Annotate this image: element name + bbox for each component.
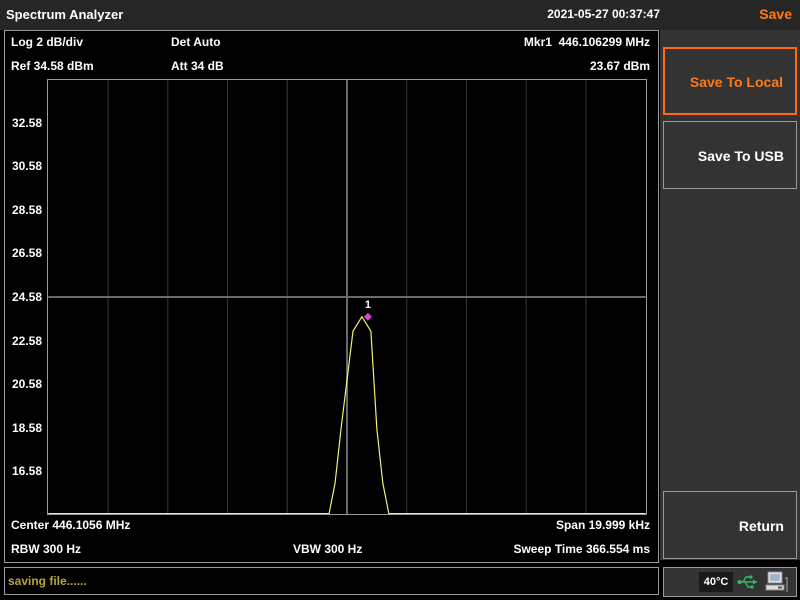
span: Span 19.999 kHz	[555, 518, 650, 532]
sweep-time: Sweep Time 366.554 ms	[513, 542, 650, 556]
return-button[interactable]: Return	[663, 491, 797, 559]
y-tick-label: 18.58	[12, 420, 43, 435]
y-tick-label: 32.58	[12, 115, 43, 130]
ref-level: Ref 34.58 dBm	[11, 59, 94, 73]
y-tick-label: 20.58	[12, 377, 43, 392]
save-to-local-label: Save To Local	[689, 74, 783, 90]
marker-frequency: Mkr1 446.106299 MHz	[523, 35, 650, 49]
center-frequency: Center 446.1056 MHz	[11, 518, 131, 532]
menu-title: Save	[759, 6, 792, 22]
y-tick-label: 30.58	[12, 159, 43, 174]
save-to-usb-label: Save To USB	[697, 148, 784, 164]
plot-grid	[48, 80, 646, 514]
status-message: saving file......	[8, 574, 87, 588]
y-tick-label: 26.58	[12, 246, 43, 261]
detector-label: Det Auto	[171, 35, 221, 49]
status-bar	[4, 567, 659, 595]
app-title: Spectrum Analyzer	[6, 7, 124, 22]
marker-1-label: 1	[365, 299, 371, 311]
spectrum-plot[interactable]: 1	[47, 79, 647, 515]
network-computer-icon	[765, 571, 788, 592]
attenuation: Att 34 dB	[171, 59, 224, 73]
usb-icon	[737, 575, 757, 589]
scale-label: Log 2 dB/div	[11, 35, 83, 49]
save-to-local-button[interactable]: Save To Local	[663, 47, 797, 115]
save-to-usb-button[interactable]: Save To USB	[663, 121, 797, 189]
temperature-indicator: 40°C	[699, 572, 733, 592]
datetime: 2021-05-27 00:37:47	[547, 7, 660, 21]
y-tick-label: 16.58	[12, 464, 43, 479]
vbw: VBW 300 Hz	[293, 542, 363, 556]
marker-amplitude: 23.67 dBm	[589, 59, 650, 73]
markers: 1	[363, 299, 372, 321]
marker-1-diamond	[363, 312, 372, 321]
y-tick-label: 22.58	[12, 333, 43, 348]
y-tick-label: 24.58	[12, 290, 43, 304]
y-tick-label: 28.58	[12, 202, 43, 217]
rbw: RBW 300 Hz	[11, 542, 82, 556]
return-label: Return	[738, 518, 784, 534]
